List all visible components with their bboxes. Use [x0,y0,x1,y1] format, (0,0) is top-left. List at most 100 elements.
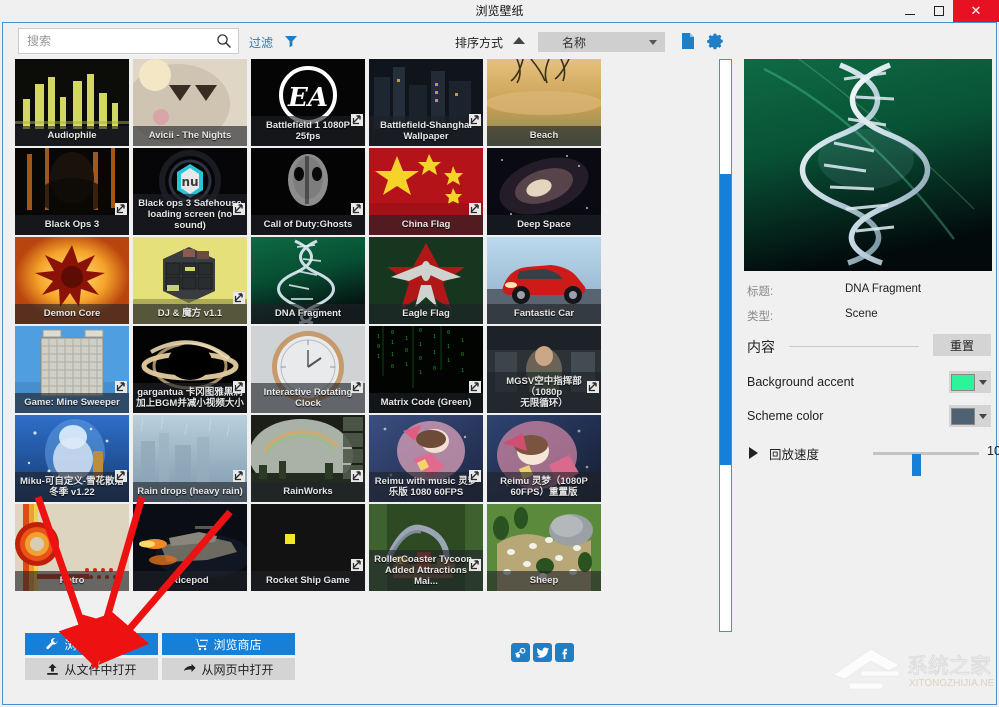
twitter-icon[interactable] [533,643,552,662]
wallpaper-tile[interactable]: Call of Duty:Ghosts [251,148,365,235]
property-row: 类型: Scene [747,306,991,331]
wallpaper-tile[interactable]: RollerCoaster Tycoon - Added Attractions… [369,504,483,591]
bottom-button-group: 浏览创意工坊 浏览商店 从文件中打开 从网页中打开 [25,633,295,683]
svg-text:1: 1 [391,352,394,358]
svg-text:0: 0 [433,366,436,372]
browse-workshop-button[interactable]: 浏览创意工坊 [25,633,158,655]
wallpaper-tile[interactable]: Sheep [487,504,601,591]
grid-scrollbar-thumb[interactable] [720,174,731,465]
type-property-label: 类型: [747,308,773,324]
wallpaper-tile[interactable]: gargantua 卡冈图雅黑洞 加上BGM并减小视频大小 [133,326,247,413]
grid-scrollbar[interactable] [719,59,732,632]
steam-workshop-badge-icon [233,470,245,482]
wallpaper-tile[interactable]: Rain drops (heavy rain) [133,415,247,502]
open-from-web-button[interactable]: 从网页中打开 [162,658,295,680]
scheme-color-picker[interactable] [949,405,991,427]
search-box[interactable] [18,28,239,54]
wallpaper-tile[interactable]: nu Black ops 3 Safehouse loading screen … [133,148,247,235]
background-accent-label: Background accent [747,375,854,389]
svg-text:1: 1 [461,368,464,374]
chevron-down-icon [979,380,987,385]
search-icon[interactable] [216,33,232,49]
steam-workshop-badge-icon [351,114,363,126]
wallpaper-tile[interactable]: Avicii - The Nights [133,59,247,146]
playback-speed-slider[interactable] [873,452,979,455]
filter-funnel-icon[interactable] [284,34,298,48]
file-icon[interactable] [679,32,697,50]
wallpaper-tile[interactable]: Game: Mine Sweeper [15,326,129,413]
wallpaper-tile[interactable]: Reimu 灵梦（1080P 60FPS）重置版 [487,415,601,502]
sort-ascending-arrow[interactable] [513,37,525,44]
svg-text:1: 1 [447,358,450,364]
section-divider [789,346,919,347]
svg-text:1: 1 [377,354,380,360]
wallpaper-tile-label: Avicii - The Nights [133,126,247,146]
wallpaper-tile[interactable]: Demon Core [15,237,129,324]
playback-speed-thumb[interactable] [912,454,921,476]
wallpaper-tile[interactable]: Ricepod [133,504,247,591]
scheme-color-label: Scheme color [747,409,823,423]
wallpaper-tile-label: Rocket Ship Game [251,571,365,591]
svg-text:1: 1 [419,342,422,348]
wallpaper-tile-label: DNA Fragment [251,304,365,324]
maximize-button[interactable] [924,0,953,22]
wallpaper-tile-label: China Flag [369,215,483,235]
wallpaper-tile[interactable]: Eagle Flag [369,237,483,324]
wallpaper-tile[interactable]: 101 0110 101 0101 110 011 101 Matrix Cod… [369,326,483,413]
wallpaper-tile[interactable]: Miku-可自定义-雪花散落 冬季 v1.22 [15,415,129,502]
wallpaper-tile-label: Black ops 3 Safehouse loading screen (no… [133,194,247,235]
upload-icon [46,663,59,676]
wallpaper-tile[interactable]: Battlefield-Shanghai Wallpaper [369,59,483,146]
wallpaper-tile-label: DJ & 魔方 v1.1 [133,304,247,324]
sort-select[interactable]: 名称 [538,32,665,52]
background-accent-color-picker[interactable] [949,371,991,393]
wallpaper-tile-label: Audiophile [15,126,129,146]
filter-label[interactable]: 过滤 [249,34,273,51]
title-bar: 浏览壁纸 ✕ [0,0,999,22]
bottom-button-row-2: 从文件中打开 从网页中打开 [25,658,295,680]
wallpaper-tile[interactable]: MGSV空中指挥部（1080p 无限循环） [487,326,601,413]
window-controls: ✕ [895,0,999,22]
open-from-file-button[interactable]: 从文件中打开 [25,658,158,680]
scheme-color-row: Scheme color [747,405,991,431]
wallpaper-tile[interactable]: China Flag [369,148,483,235]
svg-text:1: 1 [419,370,422,376]
wallpaper-tile-label: Deep Space [487,215,601,235]
svg-text:1: 1 [405,336,408,342]
wallpaper-tile-label: RollerCoaster Tycoon - Added Attractions… [369,550,483,591]
wallpaper-tile-label: Game: Mine Sweeper [15,393,129,413]
wallpaper-tile[interactable]: EA Battlefield 1 1080P 25fps [251,59,365,146]
wallpaper-tile-label: Demon Core [15,304,129,324]
wallpaper-tile-label: MGSV空中指挥部（1080p 无限循环） [487,372,601,413]
wallpaper-tile[interactable]: DNA Fragment [251,237,365,324]
facebook-icon[interactable] [555,643,574,662]
wallpaper-tile[interactable]: Black Ops 3 [15,148,129,235]
wallpaper-tile[interactable]: DJ & 魔方 v1.1 [133,237,247,324]
reset-button[interactable]: 重置 [933,334,991,356]
wallpaper-tile[interactable]: Audiophile [15,59,129,146]
wallpaper-tile[interactable]: RainWorks [251,415,365,502]
steam-icon[interactable] [511,643,530,662]
close-button[interactable]: ✕ [953,0,999,22]
wallpaper-tile[interactable]: Beach [487,59,601,146]
title-property-value: DNA Fragment [845,283,921,295]
wallpaper-preview[interactable] [744,59,992,271]
svg-text:0: 0 [419,356,422,362]
search-input[interactable] [27,29,207,53]
gear-icon[interactable] [707,32,725,50]
wallpaper-tile[interactable]: Retro [15,504,129,591]
wallpaper-tile[interactable]: Deep Space [487,148,601,235]
wallpaper-tile[interactable]: Interactive Rotating Clock [251,326,365,413]
svg-text:EA: EA [287,83,328,113]
wallpaper-tile[interactable]: Fantastic Car [487,237,601,324]
minimize-button[interactable] [895,0,924,22]
browse-store-button[interactable]: 浏览商店 [162,633,295,655]
steam-workshop-badge-icon [115,470,127,482]
wallpaper-tile[interactable]: Rocket Ship Game [251,504,365,591]
triangle-right-icon[interactable] [749,447,758,459]
wrench-icon [46,638,59,651]
svg-text:1: 1 [433,334,436,340]
wallpaper-tile[interactable]: Reimu with music 灵梦 乐版 1080 60FPS [369,415,483,502]
wallpaper-tile-label: Fantastic Car [487,304,601,324]
svg-text:nu: nu [181,175,198,189]
